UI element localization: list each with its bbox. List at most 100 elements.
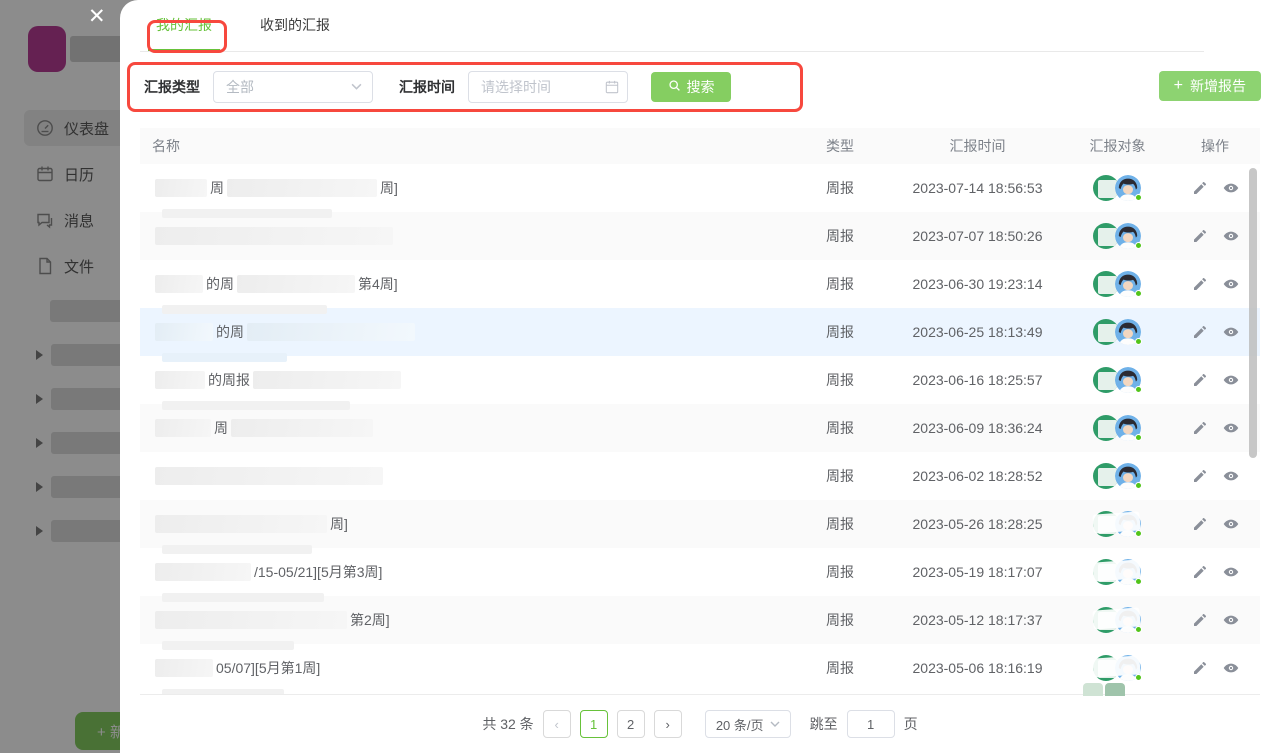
report-type-select[interactable]: 全部 <box>213 71 373 103</box>
edit-icon[interactable] <box>1192 276 1208 292</box>
table-row[interactable]: 周报 2023-06-02 18:28:52 <box>140 452 1260 500</box>
edit-icon[interactable] <box>1192 612 1208 628</box>
report-type: 周报 <box>790 274 890 294</box>
jump-to-input[interactable] <box>847 710 895 738</box>
report-name-fragment: 周] <box>330 514 348 534</box>
status-dot <box>1135 578 1142 585</box>
view-icon[interactable] <box>1223 612 1239 628</box>
report-name-fragment: 的周 <box>216 322 244 342</box>
add-report-button[interactable]: + 新增报告 <box>1159 71 1261 101</box>
report-name-fragment: 05/07][5月第1周] <box>216 658 320 678</box>
view-icon[interactable] <box>1223 516 1239 532</box>
scrollbar[interactable] <box>1249 168 1257 458</box>
table-row[interactable]: 周报 2023-07-07 18:50:26 <box>140 212 1260 260</box>
table-row[interactable]: 的周 周报 2023-06-25 18:13:49 <box>140 308 1260 356</box>
edit-icon[interactable] <box>1192 516 1208 532</box>
redacted-text <box>155 659 213 677</box>
report-type: 周报 <box>790 466 890 486</box>
report-targets <box>1065 270 1170 298</box>
table-row[interactable]: 周 周报 2023-06-09 18:36:24 <box>140 404 1260 452</box>
report-name-fragment: 的周报 <box>208 370 250 390</box>
table-row[interactable]: /15-05/21][5月第3周] 周报 2023-05-19 18:17:07 <box>140 548 1260 596</box>
redaction-block <box>1098 324 1117 342</box>
view-icon[interactable] <box>1223 372 1239 388</box>
column-header: 类型 <box>790 136 890 156</box>
redacted-text <box>162 209 332 218</box>
page-size-select[interactable]: 20 条/页 <box>705 710 791 738</box>
report-targets <box>1065 606 1170 634</box>
report-name-cell <box>140 467 790 485</box>
report-time: 2023-07-07 18:50:26 <box>890 228 1065 244</box>
report-type: 周报 <box>790 514 890 534</box>
search-button[interactable]: 搜索 <box>651 72 731 102</box>
report-name-fragment: 周] <box>380 178 398 198</box>
report-targets <box>1065 174 1170 202</box>
report-targets <box>1065 366 1170 394</box>
jump-suffix-label: 页 <box>904 714 918 734</box>
edit-icon[interactable] <box>1192 324 1208 340</box>
redaction-block <box>1098 372 1117 390</box>
redaction-block <box>1098 420 1117 438</box>
next-page-button[interactable]: › <box>654 710 682 738</box>
status-dot <box>1135 674 1142 681</box>
tab-my-reports[interactable]: 我的汇报 <box>148 0 220 51</box>
edit-icon[interactable] <box>1192 180 1208 196</box>
report-targets <box>1065 222 1170 250</box>
view-icon[interactable] <box>1223 468 1239 484</box>
status-dot <box>1135 434 1142 441</box>
avatar-group <box>1093 606 1143 634</box>
view-icon[interactable] <box>1223 660 1239 676</box>
table-row[interactable]: 的周报 周报 2023-06-16 18:25:57 <box>140 356 1260 404</box>
edit-icon[interactable] <box>1192 372 1208 388</box>
table-row[interactable]: 第2周] 周报 2023-05-12 18:17:37 <box>140 596 1260 644</box>
status-dot <box>1135 530 1142 537</box>
report-name-cell <box>140 227 790 245</box>
prev-page-button[interactable]: ‹ <box>543 710 571 738</box>
redacted-text <box>253 371 401 389</box>
report-name-cell: 05/07][5月第1周] <box>140 658 790 678</box>
view-icon[interactable] <box>1223 180 1239 196</box>
edit-icon[interactable] <box>1192 420 1208 436</box>
report-time-input[interactable] <box>468 71 628 103</box>
jump-to-label: 跳至 <box>810 714 838 734</box>
edit-icon[interactable] <box>1192 564 1208 580</box>
table-row[interactable]: 的周第4周] 周报 2023-06-30 19:23:14 <box>140 260 1260 308</box>
report-time-picker[interactable] <box>468 71 628 103</box>
status-dot <box>1135 194 1142 201</box>
redacted-text <box>155 371 205 389</box>
edit-icon[interactable] <box>1192 468 1208 484</box>
avatar-group <box>1093 558 1143 586</box>
report-type: 周报 <box>790 562 890 582</box>
column-header: 名称 <box>140 136 790 156</box>
status-dot <box>1135 386 1142 393</box>
report-name-cell: /15-05/21][5月第3周] <box>140 562 790 582</box>
row-actions <box>1170 660 1260 676</box>
reports-modal: 我的汇报收到的汇报 汇报类型 全部 汇报时间 搜索 + 新增报告 名称类型汇报时… <box>120 0 1280 753</box>
redacted-text <box>155 515 327 533</box>
edit-icon[interactable] <box>1192 660 1208 676</box>
report-targets <box>1065 414 1170 442</box>
page-button-1[interactable]: 1 <box>580 710 608 738</box>
redaction-block <box>1092 511 1140 533</box>
row-actions <box>1170 564 1260 580</box>
total-count: 共 32 条 <box>482 714 533 734</box>
view-icon[interactable] <box>1223 420 1239 436</box>
page-button-2[interactable]: 2 <box>617 710 645 738</box>
edit-icon[interactable] <box>1192 228 1208 244</box>
table-row[interactable]: 周] 周报 2023-05-26 18:28:25 <box>140 500 1260 548</box>
row-actions <box>1170 516 1260 532</box>
table-row[interactable]: 周周] 周报 2023-07-14 18:56:53 <box>140 164 1260 212</box>
view-icon[interactable] <box>1223 276 1239 292</box>
status-dot <box>1135 482 1142 489</box>
row-actions <box>1170 468 1260 484</box>
tab-received-reports[interactable]: 收到的汇报 <box>252 0 338 51</box>
view-icon[interactable] <box>1223 564 1239 580</box>
redacted-text <box>227 179 377 197</box>
search-icon <box>668 79 681 95</box>
redaction-block <box>1098 228 1117 246</box>
chevron-down-icon <box>351 79 362 95</box>
close-icon[interactable]: ✕ <box>88 6 106 27</box>
report-type: 周报 <box>790 610 890 630</box>
view-icon[interactable] <box>1223 228 1239 244</box>
view-icon[interactable] <box>1223 324 1239 340</box>
